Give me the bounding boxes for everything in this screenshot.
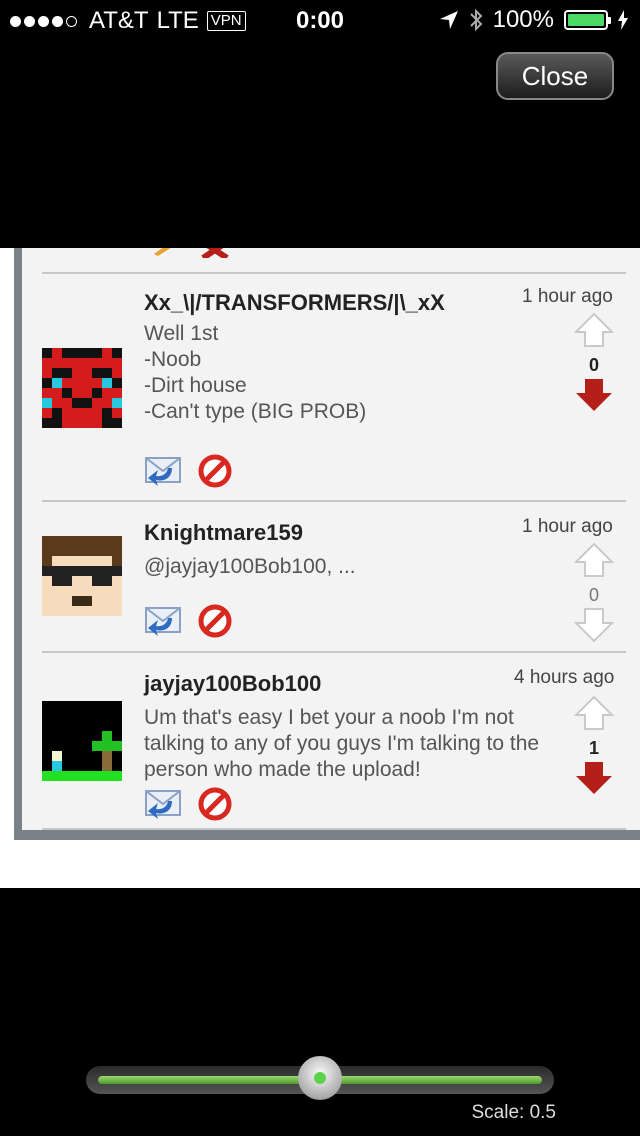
avatar bbox=[42, 536, 122, 616]
edit-icon bbox=[154, 248, 171, 256]
charging-bolt-icon bbox=[618, 10, 628, 30]
reply-icon[interactable] bbox=[144, 604, 182, 638]
upvote-arrow-icon[interactable] bbox=[573, 542, 615, 578]
vote-score: 1 bbox=[588, 738, 599, 758]
upvote-arrow-icon[interactable] bbox=[573, 312, 615, 348]
comment-time: 1 hour ago bbox=[522, 286, 613, 307]
battery-icon bbox=[564, 10, 611, 30]
divider bbox=[42, 828, 626, 830]
comment-body: @jayjay100Bob100, ... bbox=[144, 555, 356, 578]
upvote-arrow-icon[interactable] bbox=[573, 695, 615, 731]
vote-controls: 0 bbox=[573, 542, 615, 648]
close-button[interactable]: Close bbox=[496, 52, 614, 100]
comment-username[interactable]: Xx_\|/TRANSFORMERS/|\_xX bbox=[144, 290, 445, 316]
location-arrow-icon bbox=[439, 11, 458, 29]
status-bar: AT&T LTE VPN 0:00 100% bbox=[0, 0, 640, 40]
reply-icon[interactable] bbox=[144, 454, 182, 488]
reply-icon[interactable] bbox=[144, 787, 182, 821]
comment-time: 4 hours ago bbox=[514, 667, 615, 688]
zoom-scale-label: Scale: 0.5 bbox=[471, 1102, 557, 1123]
downvote-arrow-icon[interactable] bbox=[573, 607, 615, 643]
avatar bbox=[42, 701, 122, 781]
avatar bbox=[42, 348, 122, 428]
block-icon[interactable] bbox=[198, 604, 232, 638]
comment-item: Xx_\|/TRANSFORMERS/|\_xX 1 hour ago Well… bbox=[22, 272, 640, 502]
block-icon[interactable] bbox=[198, 454, 232, 488]
bluetooth-icon bbox=[469, 8, 483, 32]
comment-body: Well 1st -Noob -Dirt house -Can't type (… bbox=[144, 322, 367, 423]
comments-viewport[interactable]: Xx_\|/TRANSFORMERS/|\_xX 1 hour ago Well… bbox=[0, 248, 640, 888]
comment-time: 1 hour ago bbox=[522, 516, 613, 537]
vote-controls: 1 bbox=[573, 695, 615, 801]
downvote-arrow-icon[interactable] bbox=[574, 377, 614, 413]
comment-username[interactable]: jayjay100Bob100 bbox=[144, 671, 321, 697]
comment-item: Knightmare159 1 hour ago @jayjay100Bob10… bbox=[22, 502, 640, 652]
comments-panel: Xx_\|/TRANSFORMERS/|\_xX 1 hour ago Well… bbox=[14, 248, 640, 840]
comment-item: jayjay100Bob100 4 hours ago Um that's ea… bbox=[22, 653, 640, 829]
vote-score: 0 bbox=[588, 355, 599, 375]
delete-icon bbox=[201, 248, 229, 258]
comment-body: Um that's easy I bet your a noob I'm not… bbox=[144, 706, 540, 781]
vote-score: 0 bbox=[588, 585, 599, 605]
downvote-arrow-icon[interactable] bbox=[574, 760, 614, 796]
vote-controls: 0 bbox=[573, 312, 615, 418]
zoom-slider-thumb[interactable] bbox=[298, 1056, 342, 1100]
comment-username[interactable]: Knightmare159 bbox=[144, 520, 303, 546]
battery-percent: 100% bbox=[492, 6, 554, 33]
block-icon[interactable] bbox=[198, 787, 232, 821]
